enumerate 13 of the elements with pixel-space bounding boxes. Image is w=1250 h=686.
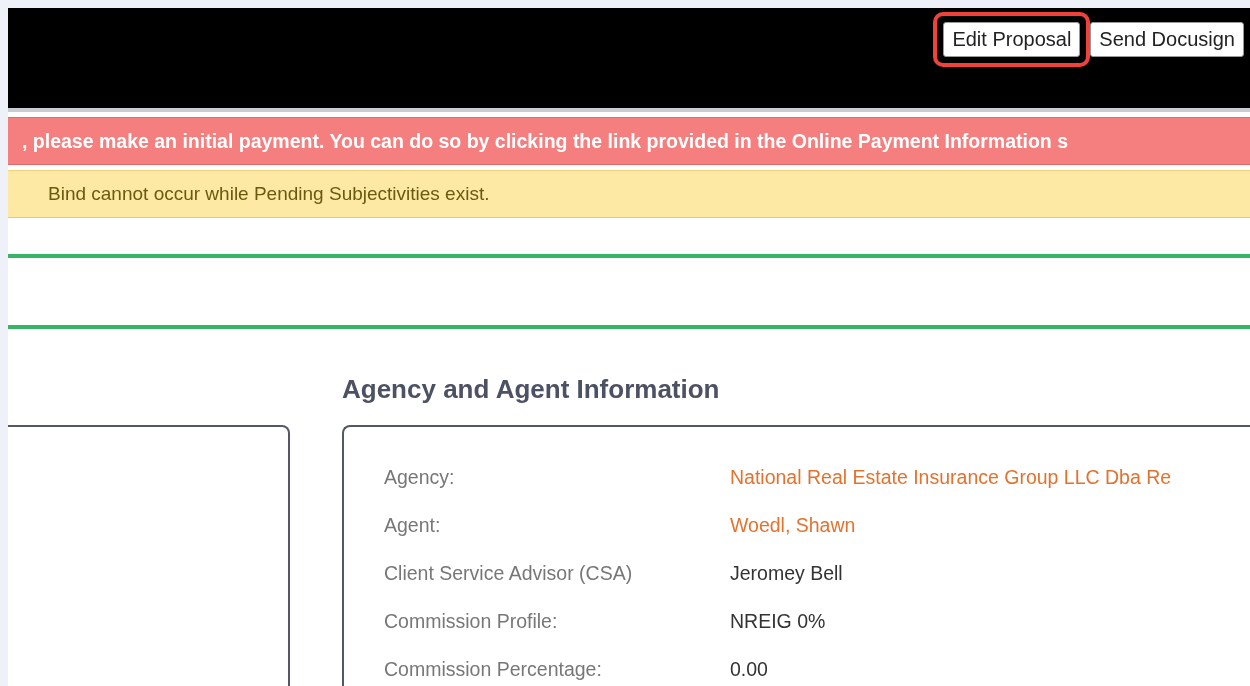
alert-message: Bind cannot occur while Pending Subjectivities exist. <box>47 183 490 205</box>
field-label: Agency: <box>384 465 456 489</box>
section-title: Agency and Agent Information <box>342 373 721 406</box>
field-value: Jeromey Bell <box>730 561 843 585</box>
field-value: NREIG 0% <box>730 609 826 633</box>
header-button[interactable]: Send Docusign <box>1090 22 1244 57</box>
field-label: Commission Profile: <box>384 609 559 633</box>
field-value: 0.00 <box>730 657 768 681</box>
alert-message: , please make an initial payment. You can do so by clicking the link provided in the Online Payment Information s <box>21 129 1069 153</box>
header-button[interactable]: Edit Proposal <box>943 22 1081 57</box>
field-label: Client Service Advisor (CSA) <box>384 561 634 585</box>
field-label: Commission Percentage: <box>384 657 603 681</box>
field-label: Agent: <box>384 513 442 537</box>
